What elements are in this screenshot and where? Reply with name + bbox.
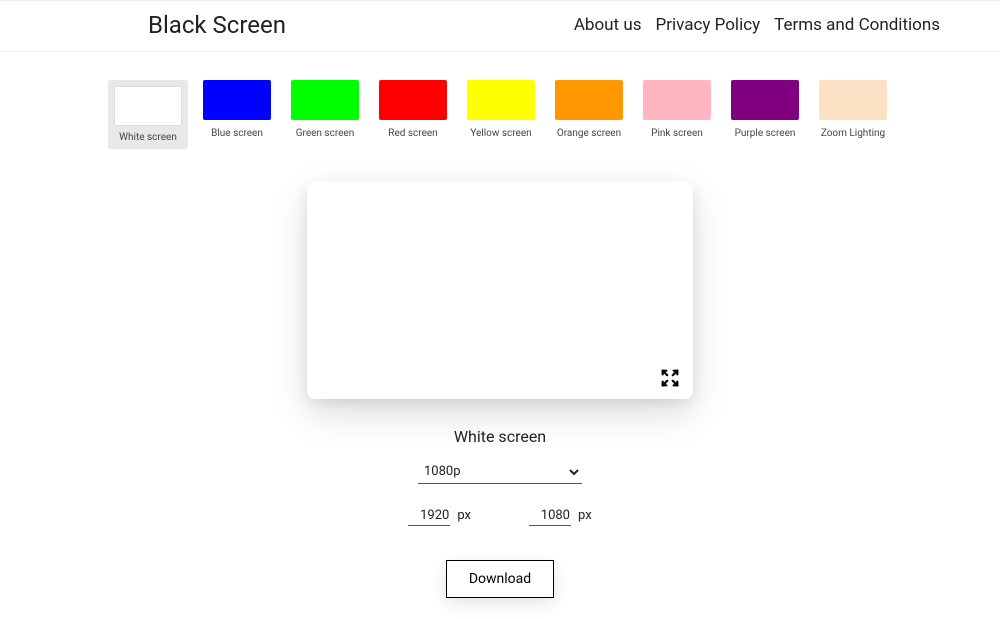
preview-container <box>0 181 1000 399</box>
swatch-green-screen[interactable]: Green screen <box>286 80 364 149</box>
swatch-color <box>114 86 182 126</box>
swatch-color <box>555 80 623 120</box>
swatch-yellow-screen[interactable]: Yellow screen <box>462 80 540 149</box>
swatch-color <box>291 80 359 120</box>
swatch-zoom-lighting[interactable]: Zoom Lighting <box>814 80 892 149</box>
swatch-label: Orange screen <box>557 128 621 139</box>
fullscreen-icon[interactable] <box>659 367 681 389</box>
swatch-red-screen[interactable]: Red screen <box>374 80 452 149</box>
height-unit: px <box>578 508 592 523</box>
swatch-color <box>379 80 447 120</box>
swatch-label: Red screen <box>388 128 437 139</box>
width-unit: px <box>457 508 471 523</box>
width-input[interactable] <box>408 506 450 526</box>
swatch-pink-screen[interactable]: Pink screen <box>638 80 716 149</box>
header: Black Screen About us Privacy Policy Ter… <box>0 0 1000 52</box>
swatch-color <box>203 80 271 120</box>
download-button[interactable]: Download <box>446 560 554 598</box>
height-input[interactable] <box>529 506 571 526</box>
swatch-label: White screen <box>119 132 177 143</box>
swatch-white-screen[interactable]: White screen <box>108 80 188 149</box>
dimension-row: px px <box>408 506 591 526</box>
screen-preview[interactable] <box>307 181 693 399</box>
nav-terms[interactable]: Terms and Conditions <box>774 15 940 35</box>
swatch-color <box>643 80 711 120</box>
swatch-blue-screen[interactable]: Blue screen <box>198 80 276 149</box>
swatch-orange-screen[interactable]: Orange screen <box>550 80 628 149</box>
swatch-label: Yellow screen <box>470 128 531 139</box>
preview-title: White screen <box>0 427 1000 446</box>
color-swatch-row: White screen Blue screen Green screen Red s… <box>0 80 1000 149</box>
swatch-color <box>731 80 799 120</box>
nav-about[interactable]: About us <box>574 15 642 35</box>
nav-privacy[interactable]: Privacy Policy <box>655 15 760 35</box>
resolution-select[interactable]: 1080p <box>418 460 582 484</box>
download-controls: 1080p px px Download <box>0 460 1000 598</box>
swatch-label: Blue screen <box>211 128 263 139</box>
swatch-color <box>467 80 535 120</box>
swatch-label: Green screen <box>296 128 355 139</box>
swatch-label: Purple screen <box>735 128 796 139</box>
swatch-label: Zoom Lighting <box>821 128 885 139</box>
top-nav: About us Privacy Policy Terms and Condit… <box>574 15 940 35</box>
site-logo[interactable]: Black Screen <box>148 11 286 39</box>
swatch-label: Pink screen <box>651 128 703 139</box>
swatch-purple-screen[interactable]: Purple screen <box>726 80 804 149</box>
swatch-color <box>819 80 887 120</box>
